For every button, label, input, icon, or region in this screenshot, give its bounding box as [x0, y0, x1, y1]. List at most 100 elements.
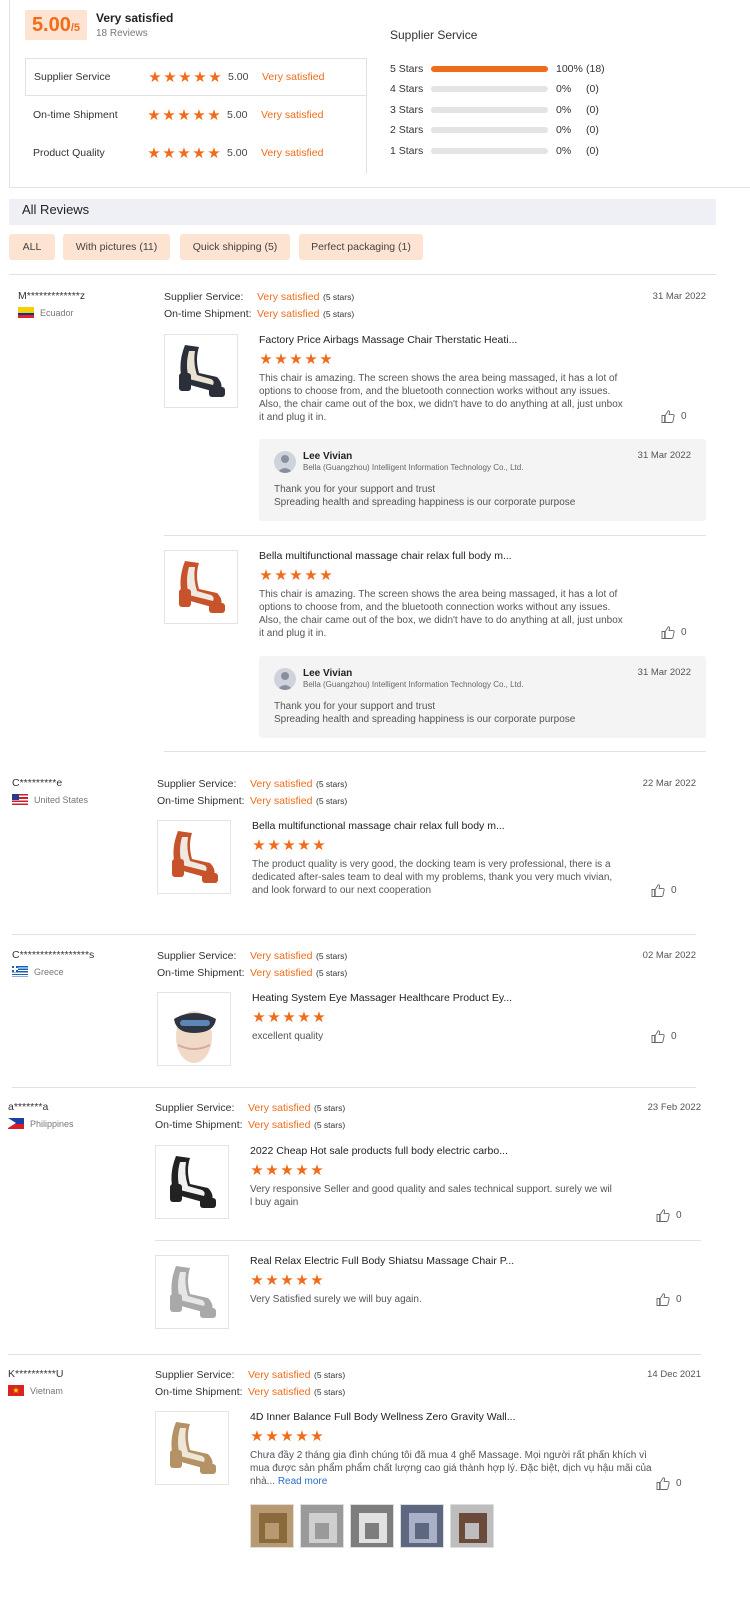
reply-date: 31 Mar 2022 — [637, 667, 691, 678]
flag-icon: ★ — [8, 1385, 24, 1396]
metric-value: 5.00 — [228, 71, 249, 83]
star-icon: ★ — [265, 1428, 279, 1445]
distribution-row: 3 Stars 0% (0) — [390, 103, 599, 117]
star-icon: ★ — [297, 837, 311, 854]
metric-label: On-time Shipment — [33, 109, 118, 121]
country-name: Vietnam — [30, 1385, 63, 1396]
distribution-label: 4 Stars — [390, 83, 424, 95]
star-icon: ★ — [274, 351, 288, 368]
product-thumbnail[interactable] — [155, 1255, 229, 1329]
star-icon: ★ — [274, 567, 288, 584]
product-thumbnail[interactable] — [157, 820, 231, 894]
country-name: Ecuador — [40, 307, 74, 318]
metric-product-quality[interactable]: Product Quality ★ ★ ★ ★ ★ 5.00 Very satisfie… — [25, 134, 367, 172]
divider — [164, 535, 706, 536]
product-thumbnail[interactable] — [155, 1411, 229, 1485]
product-title[interactable]: Real Relax Electric Full Body Shiatsu Ma… — [250, 1255, 514, 1267]
star-icon: ★ — [208, 68, 222, 86]
star-icon: ★ — [282, 1009, 296, 1026]
filter-with-pictures[interactable]: With pictures (11) — [63, 234, 170, 260]
product-title[interactable]: Factory Price Airbags Massage Chair Ther… — [259, 334, 517, 346]
review-photo[interactable] — [400, 1504, 444, 1548]
product-title[interactable]: Bella multifunctional massage chair rela… — [252, 820, 505, 832]
product-thumbnail[interactable] — [155, 1145, 229, 1219]
distribution-label: 2 Stars — [390, 124, 424, 136]
star-icon: ★ — [280, 1428, 294, 1445]
star-icon: ★ — [207, 144, 221, 162]
rating-stars: ★ ★ ★ ★ ★ — [252, 1010, 326, 1025]
metric-stars: ★ ★ ★ ★ ★ — [148, 70, 222, 85]
star-icon: ★ — [177, 144, 191, 162]
star-icon: ★ — [192, 106, 206, 124]
product-thumbnail[interactable] — [164, 550, 238, 624]
supplier-service-stars: (5 stars) — [314, 1370, 346, 1380]
star-icon: ★ — [289, 351, 303, 368]
reviewer-name: M*************z — [18, 290, 86, 302]
reviewer-name: C*****************s — [12, 949, 95, 961]
product-title[interactable]: 2022 Cheap Hot sale products full body e… — [250, 1145, 508, 1157]
like-button[interactable]: 0 — [651, 1030, 677, 1043]
star-icon: ★ — [267, 1009, 281, 1026]
reply-company: Bella (Guangzhou) Intelligent Informatio… — [303, 680, 524, 689]
reviewer-name: K**********U — [8, 1368, 64, 1380]
product-thumbnail[interactable] — [157, 992, 231, 1066]
metric-ontime-shipment[interactable]: On-time Shipment ★ ★ ★ ★ ★ 5.00 Very satisfi… — [25, 96, 367, 134]
star-icon: ★ — [250, 1272, 264, 1289]
thumbs-up-icon — [661, 410, 675, 423]
ontime-shipment-stars: (5 stars) — [314, 1387, 346, 1397]
star-icon: ★ — [312, 837, 326, 854]
product-rating: ★ ★ ★ ★ ★ — [259, 352, 333, 367]
metric-supplier-service[interactable]: Supplier Service ★ ★ ★ ★ ★ 5.00 Very satisfi… — [25, 58, 367, 96]
product-title[interactable]: 4D Inner Balance Full Body Wellness Zero… — [250, 1411, 516, 1423]
review-count: 18 Reviews — [96, 28, 148, 39]
star-icon: ★ — [295, 1162, 309, 1179]
like-button[interactable]: 0 — [656, 1209, 682, 1222]
star-icon: ★ — [178, 68, 192, 86]
review-date: 14 Dec 2021 — [647, 1369, 701, 1380]
flag-icon — [8, 1118, 24, 1129]
filter-all[interactable]: ALL — [9, 234, 55, 260]
product-thumbnail[interactable] — [164, 334, 238, 408]
like-button[interactable]: 0 — [661, 410, 687, 423]
avatar — [274, 668, 296, 690]
supplier-service-stars: (5 stars) — [316, 951, 348, 961]
review-photo[interactable] — [350, 1504, 394, 1548]
like-button[interactable]: 0 — [661, 626, 687, 639]
star-icon: ★ — [193, 68, 207, 86]
product-title[interactable]: Heating System Eye Massager Healthcare P… — [252, 992, 512, 1004]
seller-reply: Lee Vivian Bella (Guangzhou) Intelligent … — [259, 656, 706, 738]
product-title[interactable]: Bella multifunctional massage chair rela… — [259, 550, 512, 562]
filter-perfect-packaging[interactable]: Perfect packaging (1) — [299, 234, 423, 260]
reply-text-line-1: Thank you for your support and trust — [274, 701, 436, 712]
like-button[interactable]: 0 — [656, 1293, 682, 1306]
star-icon: ★ — [250, 1428, 264, 1445]
review-photo[interactable] — [450, 1504, 494, 1548]
review-text: Chưa đầy 2 tháng gia đình chúng tôi đã m… — [250, 1450, 652, 1487]
supplier-service-value: Very satisfied — [250, 950, 313, 962]
reply-text-line-1: Thank you for your support and trust — [274, 484, 436, 495]
read-more-link[interactable]: Read more — [278, 1476, 327, 1487]
star-icon: ★ — [289, 567, 303, 584]
metric-label: Product Quality — [33, 147, 105, 159]
review-photo[interactable] — [300, 1504, 344, 1548]
star-icon: ★ — [310, 1272, 324, 1289]
review-photo[interactable] — [250, 1504, 294, 1548]
reply-author: Lee Vivian — [303, 668, 353, 679]
like-button[interactable]: 0 — [651, 884, 677, 897]
reviewer-name: C*********e — [12, 777, 63, 789]
review-text: Very responsive Seller and good quality … — [250, 1184, 612, 1208]
flag-icon — [12, 794, 28, 805]
product-rating: ★ ★ ★ ★ ★ — [250, 1273, 324, 1288]
supplier-service-label: Supplier Service: — [155, 1369, 235, 1381]
star-icon: ★ — [250, 1162, 264, 1179]
ontime-shipment-value: Very satisfied — [250, 967, 313, 979]
like-button[interactable]: 0 — [656, 1477, 682, 1490]
product-rating: ★ ★ ★ ★ ★ — [259, 568, 333, 583]
distribution-bar — [431, 127, 548, 133]
star-icon: ★ — [162, 106, 176, 124]
review-text: excellent quality — [252, 1031, 324, 1042]
metric-value: 5.00 — [227, 109, 248, 121]
avatar — [274, 451, 296, 473]
filter-quick-shipping[interactable]: Quick shipping (5) — [180, 234, 290, 260]
distribution-bar — [431, 86, 548, 92]
